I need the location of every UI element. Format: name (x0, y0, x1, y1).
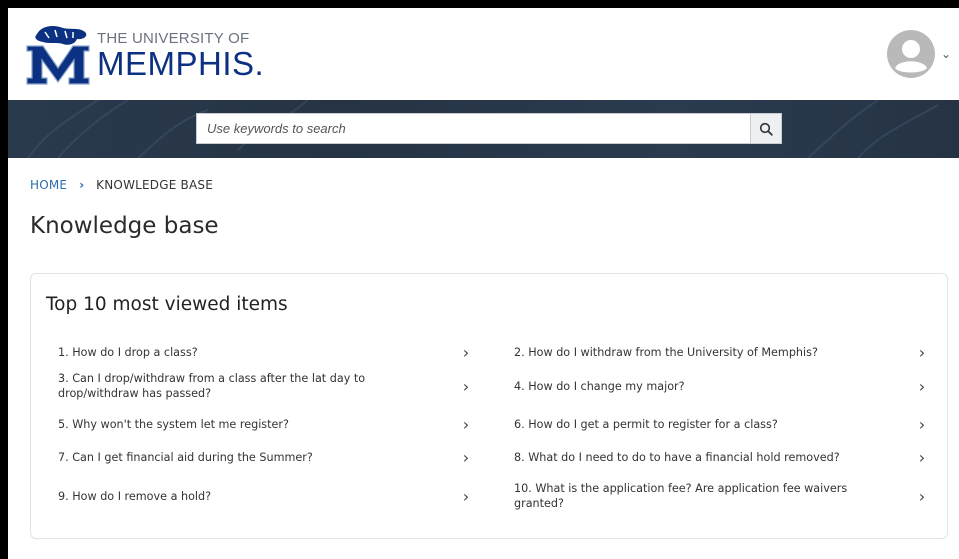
kb-item-2[interactable]: 2. How do I withdraw from the University… (503, 340, 935, 364)
logo-title: MEMPHIS. (97, 45, 265, 82)
chevron-right-icon: › (462, 342, 470, 362)
kb-item-7[interactable]: 7. Can I get financial aid during the Su… (47, 440, 479, 474)
chevron-right-icon: › (918, 486, 926, 506)
search-box (196, 113, 782, 144)
chevron-down-icon[interactable]: ⌄ (941, 48, 951, 60)
site-header: THE UNIVERSITY OF MEMPHIS. ⌄ (8, 8, 959, 100)
chevron-right-icon: › (918, 414, 926, 434)
breadcrumb-separator-icon: › (79, 178, 85, 192)
kb-item-10[interactable]: 10. What is the application fee? Are app… (503, 474, 935, 518)
search-banner (8, 100, 959, 158)
chevron-right-icon: › (462, 414, 470, 434)
chevron-right-icon: › (462, 376, 470, 396)
search-icon (759, 122, 773, 136)
kb-item-text: 1. How do I drop a class? (58, 345, 198, 359)
kb-item-text: 7. Can I get financial aid during the Su… (58, 450, 313, 464)
kb-item-text: 4. How do I change my major? (514, 379, 685, 393)
kb-item-3[interactable]: 3. Can I drop/withdraw from a class afte… (47, 364, 479, 408)
kb-item-1[interactable]: 1. How do I drop a class? › (47, 340, 479, 364)
university-logo[interactable]: THE UNIVERSITY OF MEMPHIS. (23, 24, 264, 86)
breadcrumb-home-link[interactable]: HOME (30, 178, 67, 192)
kb-item-text: 8. What do I need to do to have a financ… (514, 450, 840, 464)
top-items-title: Top 10 most viewed items (46, 294, 288, 315)
kb-item-8[interactable]: 8. What do I need to do to have a financ… (503, 440, 935, 474)
kb-item-text: 2. How do I withdraw from the University… (514, 345, 818, 359)
kb-item-text: 6. How do I get a permit to register for… (514, 417, 778, 431)
chevron-right-icon: › (462, 447, 470, 467)
page-title: Knowledge base (30, 213, 219, 239)
chevron-right-icon: › (462, 486, 470, 506)
chevron-right-icon: › (918, 342, 926, 362)
kb-item-text: 3. Can I drop/withdraw from a class afte… (58, 372, 366, 400)
kb-item-text: 10. What is the application fee? Are app… (514, 482, 848, 510)
kb-item-9[interactable]: 9. How do I remove a hold? › (47, 474, 479, 518)
top-items-card: Top 10 most viewed items 1. How do I dro… (30, 273, 948, 539)
chevron-right-icon: › (918, 447, 926, 467)
kb-item-4[interactable]: 4. How do I change my major? › (503, 364, 935, 408)
kb-item-6[interactable]: 6. How do I get a permit to register for… (503, 408, 935, 440)
breadcrumb: HOME › KNOWLEDGE BASE (30, 178, 213, 192)
page-frame: THE UNIVERSITY OF MEMPHIS. ⌄ Use keyword… (8, 8, 959, 559)
user-menu[interactable]: ⌄ (886, 30, 951, 78)
chevron-right-icon: › (918, 376, 926, 396)
breadcrumb-current: KNOWLEDGE BASE (96, 178, 213, 192)
user-avatar-icon (886, 30, 935, 78)
tiger-m-logo-icon (26, 26, 90, 85)
kb-item-text: 9. How do I remove a hold? (58, 489, 212, 503)
kb-item-text: 5. Why won't the system let me register? (58, 417, 289, 431)
kb-item-5[interactable]: 5. Why won't the system let me register?… (47, 408, 479, 440)
top-items-list: 1. How do I drop a class? › 2. How do I … (47, 340, 935, 518)
search-button[interactable] (750, 114, 781, 143)
search-input[interactable] (197, 114, 750, 143)
